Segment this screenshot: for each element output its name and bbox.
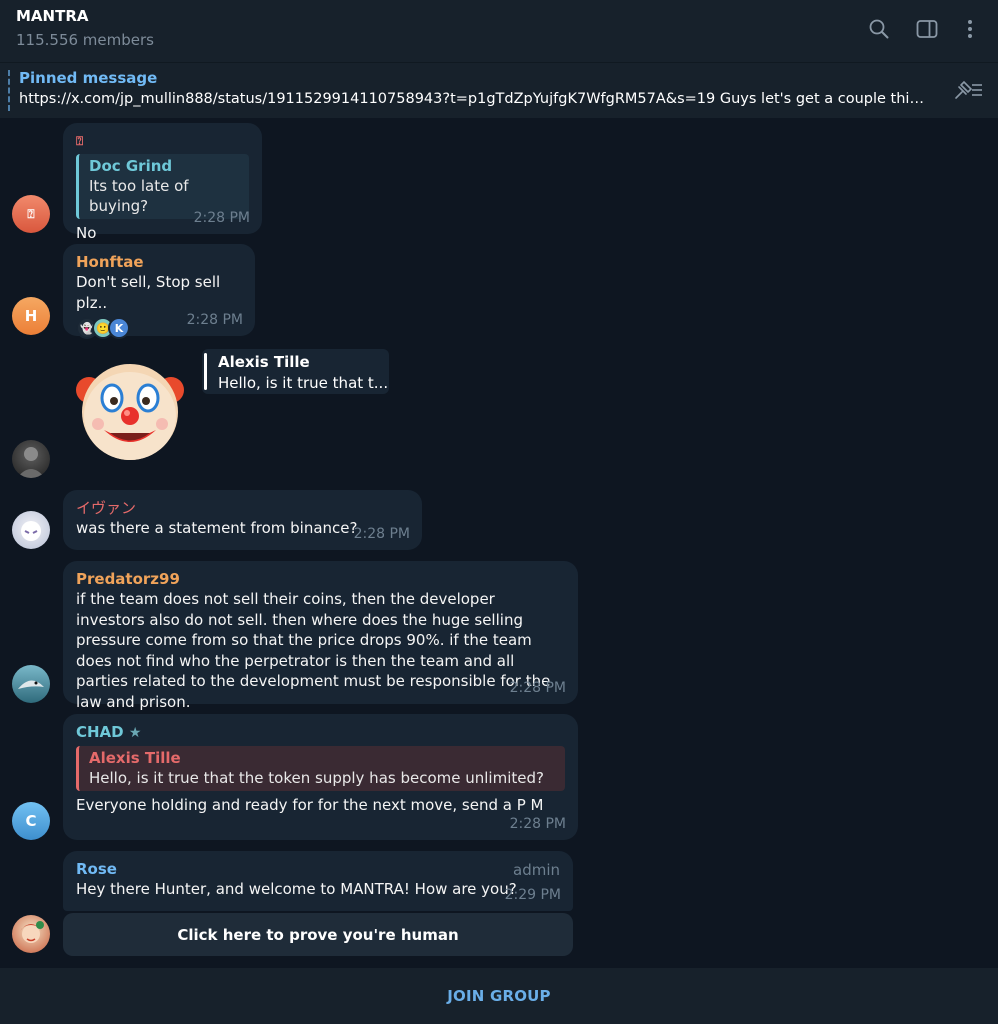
quote-text: Hello, is it true that t...: [218, 374, 389, 392]
message-time: 2:28 PM: [509, 816, 566, 832]
message-bubble[interactable]: Rose admin Hey there Hunter, and welcome…: [63, 851, 573, 911]
avatar-letter: H: [24, 307, 38, 325]
quote-text: Hello, is it true that the token supply …: [89, 769, 544, 787]
search-icon[interactable]: [864, 14, 894, 44]
avatar[interactable]: C: [12, 802, 50, 840]
avatar[interactable]: [12, 915, 50, 953]
message-list[interactable]: ⍰ Doc Grind Its too late of buying? No 2…: [0, 118, 998, 968]
message-bubble[interactable]: イヴァン was there a statement from binance?…: [63, 490, 422, 550]
sender-name[interactable]: CHAD: [76, 723, 124, 741]
message-text: No: [76, 224, 97, 242]
message-time: 2:28 PM: [353, 526, 410, 542]
pinned-message-bar[interactable]: Pinned message https://x.com/jp_mullin88…: [0, 62, 998, 118]
message-time: 2:28 PM: [186, 312, 243, 328]
pinned-text: https://x.com/jp_mullin888/status/191152…: [19, 91, 929, 107]
avatar[interactable]: H: [12, 297, 50, 335]
sender-name[interactable]: Predatorz99: [76, 569, 565, 589]
sender-name[interactable]: Honftae: [76, 252, 242, 272]
message-bubble[interactable]: CHAD ★ Alexis Tille Hello, is it true th…: [63, 714, 578, 840]
message-text: Don't sell, Stop sell plz..: [76, 273, 221, 312]
more-options-icon[interactable]: [955, 14, 985, 44]
avatar-glyph: ⍰: [27, 206, 35, 221]
avatar[interactable]: [12, 665, 50, 703]
sender-name[interactable]: Rose: [76, 859, 560, 879]
prove-human-button[interactable]: Click here to prove you're human: [63, 913, 573, 956]
avatar[interactable]: ⍰: [12, 195, 50, 233]
quote-sender: Doc Grind: [89, 157, 173, 175]
reply-quote-box[interactable]: Alexis Tille Hello, is it true that t...: [202, 349, 389, 394]
pinned-list-icon[interactable]: [952, 79, 984, 105]
quote-sender: Alexis Tille: [89, 749, 181, 767]
members-count: 115.556 members: [16, 31, 154, 49]
sender-name[interactable]: イヴァン: [76, 498, 409, 518]
pinned-label: Pinned message: [19, 69, 158, 87]
avatar[interactable]: [12, 511, 50, 549]
message-bubble[interactable]: Honftae Don't sell, Stop sell plz.. 👻 🙂 …: [63, 244, 255, 339]
avatar[interactable]: [12, 440, 50, 478]
message-time: 2:29 PM: [504, 887, 561, 903]
star-icon: ★: [128, 725, 142, 741]
message-time: 2:28 PM: [193, 210, 250, 226]
sender-name[interactable]: ⍰: [76, 131, 249, 151]
quote-sender: Alexis Tille: [218, 353, 310, 371]
message-text: if the team does not sell their coins, t…: [76, 590, 551, 711]
join-group-button[interactable]: JOIN GROUP: [447, 987, 550, 1005]
sidebar-toggle-icon[interactable]: [912, 14, 942, 44]
quote-bar: [204, 353, 207, 390]
reply-quote[interactable]: Alexis Tille Hello, is it true that the …: [76, 746, 565, 791]
sender-row: CHAD ★: [76, 722, 565, 743]
message-time: 2:28 PM: [509, 680, 566, 696]
bottom-bar: JOIN GROUP: [0, 968, 998, 1024]
clown-sticker[interactable]: [74, 358, 186, 464]
reaction-avatar-k[interactable]: K: [108, 317, 130, 339]
chat-header: MANTRA 115.556 members: [0, 0, 998, 62]
avatar-letter: C: [25, 812, 37, 830]
message-text: Everyone hoIding and ready for for the n…: [76, 796, 544, 814]
admin-badge: admin: [513, 861, 560, 879]
pinned-indicator: [8, 70, 10, 111]
message-bubble[interactable]: Predatorz99 if the team does not sell th…: [63, 561, 578, 711]
message-text: Hey there Hunter, and welcome to MANTRA!…: [76, 880, 517, 898]
chat-title[interactable]: MANTRA: [16, 7, 88, 25]
message-bubble[interactable]: ⍰ Doc Grind Its too late of buying? No 2…: [63, 123, 262, 242]
